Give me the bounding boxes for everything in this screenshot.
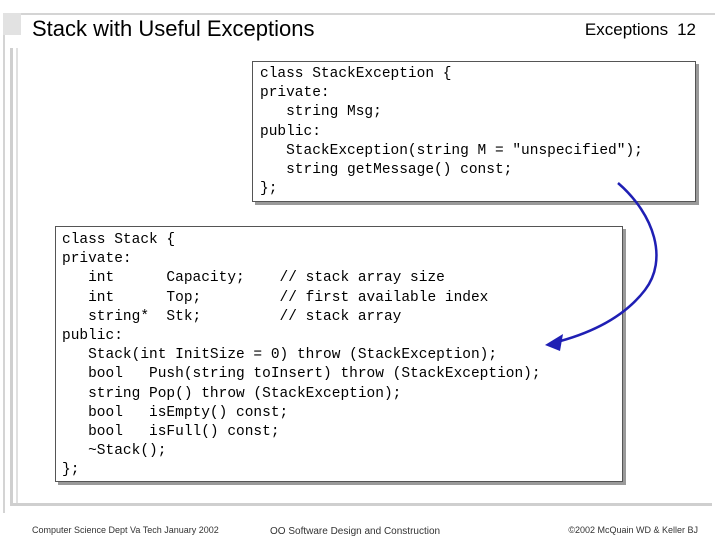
slide-title: Stack with Useful Exceptions [32,16,315,41]
footer-center: OO Software Design and Construction [270,526,441,537]
slide-number: 12 [677,20,696,39]
content-bottom-rule [10,503,712,506]
exception-class-code: class StackException { private: string M… [260,66,643,198]
section-name: Exceptions [584,20,669,39]
exception-class-code-box: class StackException { private: string M… [252,61,696,202]
stack-class-code-box: class Stack { private: int Capacity; // … [55,226,623,482]
content-left-rule [10,48,13,506]
slide-section-label: Exceptions 12 [585,19,696,41]
content-left-rule-inner [16,48,18,504]
corner-square [3,13,21,35]
frame-left-rule [3,13,5,513]
stack-class-code: class Stack { private: int Capacity; // … [62,232,541,479]
footer-left: Computer Science Dept Va Tech January 20… [32,525,219,535]
footer-right: ©2002 McQuain WD & Keller BJ [568,525,698,535]
